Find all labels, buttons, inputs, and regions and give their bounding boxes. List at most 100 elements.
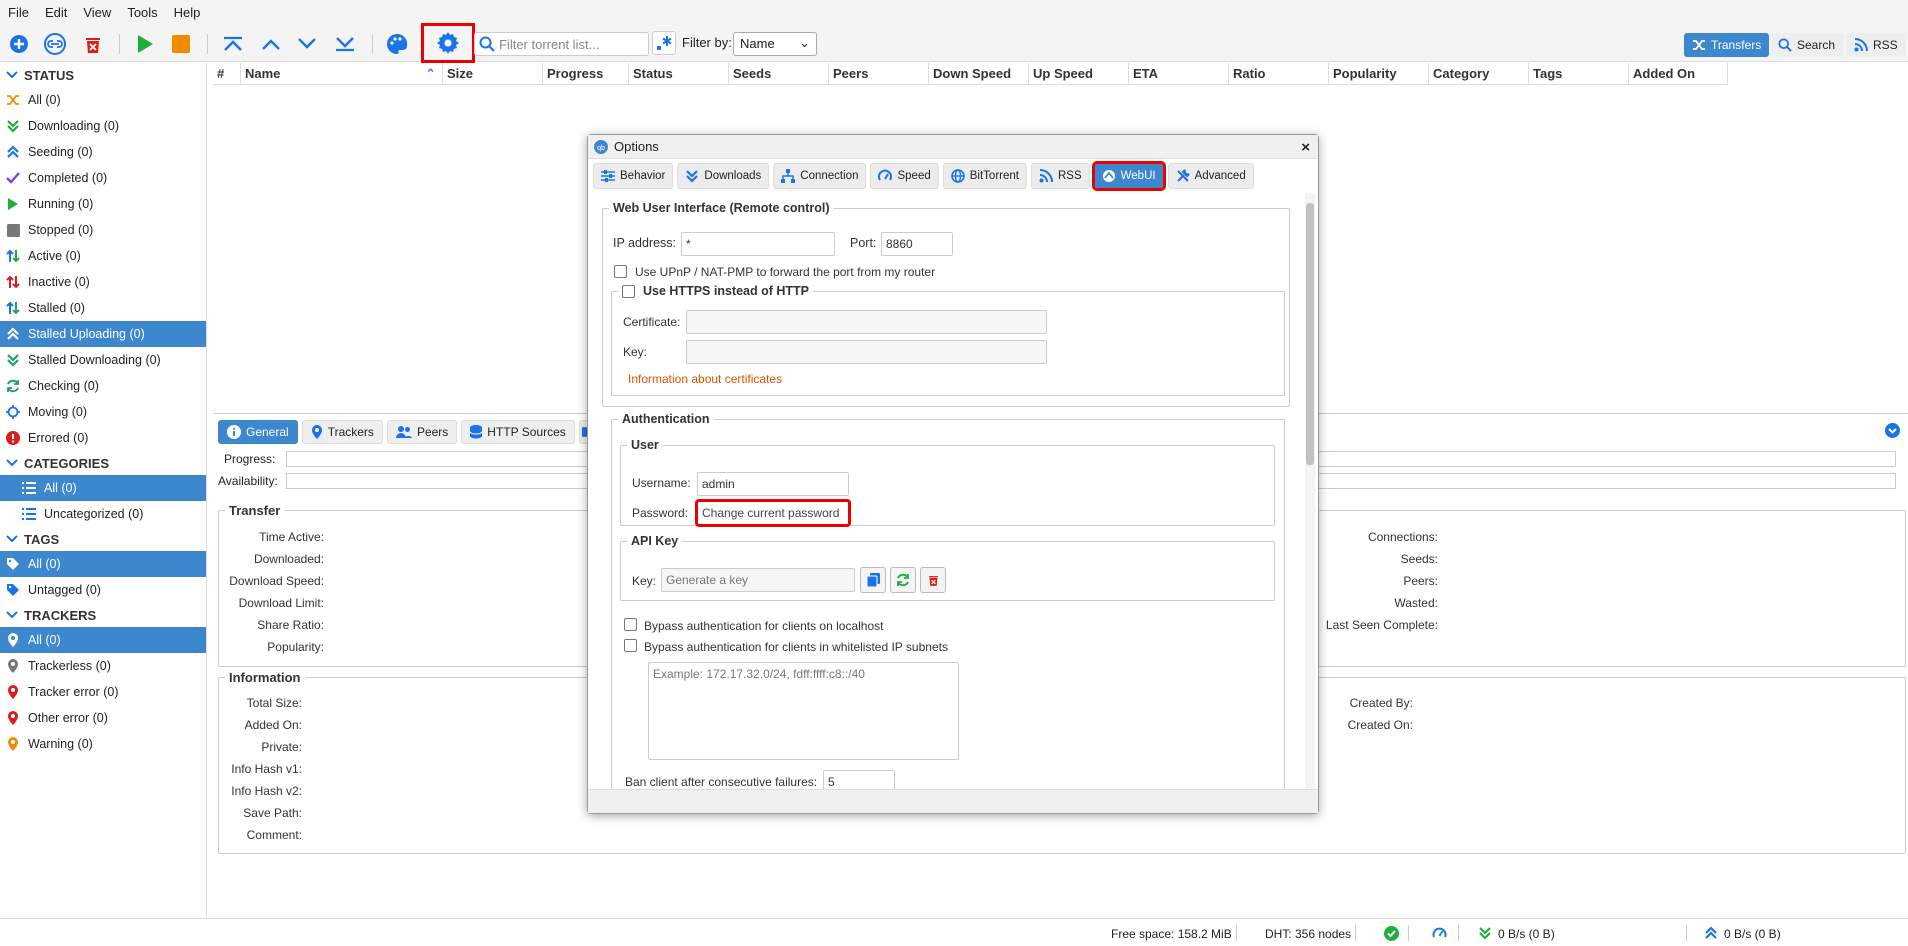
tab-peers[interactable]: Peers xyxy=(386,420,458,444)
move-up-button[interactable] xyxy=(258,31,284,57)
tab-connection[interactable]: Connection xyxy=(773,163,867,189)
status-inactive[interactable]: Inactive (0) xyxy=(0,269,206,295)
column-seeds[interactable]: Seeds xyxy=(729,63,829,84)
certificate-input[interactable] xyxy=(686,310,1047,334)
category-uncategorized[interactable]: Uncategorized (0) xyxy=(0,501,206,527)
scrollbar-thumb[interactable] xyxy=(1306,203,1314,465)
move-top-button[interactable] xyxy=(220,31,246,57)
regex-toggle[interactable] xyxy=(652,31,676,55)
status-header[interactable]: STATUS xyxy=(0,63,206,87)
status-stalled-downloading[interactable]: Stalled Downloading (0) xyxy=(0,347,206,373)
tracker-error[interactable]: Tracker error (0) xyxy=(0,679,206,705)
add-torrent-link-button[interactable] xyxy=(42,31,68,57)
ban-failures-input[interactable]: 5 xyxy=(823,770,895,791)
tab-downloads[interactable]: Downloads xyxy=(677,163,770,189)
column-down-speed[interactable]: Down Speed xyxy=(929,63,1029,84)
tag-untagged[interactable]: Untagged (0) xyxy=(0,577,206,603)
whitelist-textarea[interactable]: Example: 172.17.32.0/24, fdff:ffff:c8::/… xyxy=(648,662,959,760)
tab-webui[interactable]: WebUI xyxy=(1091,161,1166,191)
tab-speed[interactable]: Speed xyxy=(870,163,939,189)
categories-header[interactable]: CATEGORIES xyxy=(0,451,206,475)
tab-rss[interactable]: RSS xyxy=(1030,163,1090,189)
tab-trackers[interactable]: Trackers xyxy=(301,420,383,444)
column-eta[interactable]: ETA xyxy=(1129,63,1229,84)
api-key-input[interactable]: Generate a key xyxy=(661,568,855,592)
column-status[interactable]: Status xyxy=(629,63,729,84)
tags-header[interactable]: TAGS xyxy=(0,527,206,551)
close-icon[interactable]: × xyxy=(1301,139,1310,156)
column-added-on[interactable]: Added On xyxy=(1629,63,1728,84)
move-down-button[interactable] xyxy=(294,31,320,57)
tab-advanced[interactable]: Advanced xyxy=(1167,163,1254,189)
speed-limit-icon[interactable] xyxy=(1432,926,1447,941)
status-running[interactable]: Running (0) xyxy=(0,191,206,217)
tracker-all[interactable]: All (0) xyxy=(0,627,206,653)
trackers-header[interactable]: TRACKERS xyxy=(0,603,206,627)
options-button[interactable] xyxy=(421,23,475,63)
status-stalled-uploading[interactable]: Stalled Uploading (0) xyxy=(0,321,206,347)
upnp-checkbox[interactable] xyxy=(614,265,627,278)
column-ratio[interactable]: Ratio xyxy=(1229,63,1329,84)
column-popularity[interactable]: Popularity xyxy=(1329,63,1429,84)
password-input[interactable]: Change current password xyxy=(695,499,851,527)
certificates-info-link[interactable]: Information about certificates xyxy=(628,372,782,386)
add-torrent-file-button[interactable] xyxy=(6,31,32,57)
tracker-other-error[interactable]: Other error (0) xyxy=(0,705,206,731)
collapse-panel-button[interactable] xyxy=(1885,423,1900,438)
bypass-localhost-checkbox[interactable] xyxy=(624,618,637,631)
status-all[interactable]: All (0) xyxy=(0,87,206,113)
dialog-scrollbar[interactable] xyxy=(1305,193,1315,791)
search-tab-button[interactable]: Search xyxy=(1770,33,1844,57)
status-moving[interactable]: Moving (0) xyxy=(0,399,206,425)
port-input[interactable]: 8860 xyxy=(881,232,953,256)
https-checkbox[interactable] xyxy=(622,284,635,298)
tab-behavior[interactable]: Behavior xyxy=(593,163,674,189)
status-checking[interactable]: Checking (0) xyxy=(0,373,206,399)
filter-input[interactable]: Filter torrent list... xyxy=(474,32,649,56)
tab-general[interactable]: General xyxy=(218,420,298,444)
move-bottom-button[interactable] xyxy=(332,31,358,57)
delete-api-key-button[interactable] xyxy=(920,567,946,593)
menu-file[interactable]: File xyxy=(0,5,37,20)
column-size[interactable]: Size xyxy=(443,63,543,84)
username-input[interactable]: admin xyxy=(697,472,849,496)
status-completed[interactable]: Completed (0) xyxy=(0,165,206,191)
transfers-button[interactable]: Transfers xyxy=(1684,33,1770,57)
rss-tab-button[interactable]: RSS xyxy=(1846,33,1906,57)
bypass-whitelist-checkbox[interactable] xyxy=(624,639,637,652)
start-torrent-button[interactable] xyxy=(132,31,158,57)
category-all[interactable]: All (0) xyxy=(0,475,206,501)
menu-edit[interactable]: Edit xyxy=(37,5,75,20)
status-errored[interactable]: Errored (0) xyxy=(0,425,206,451)
menu-view[interactable]: View xyxy=(75,5,119,20)
column-number[interactable]: # xyxy=(213,63,241,84)
column-peers[interactable]: Peers xyxy=(829,63,929,84)
key-input[interactable] xyxy=(686,340,1047,364)
status-stalled[interactable]: Stalled (0) xyxy=(0,295,206,321)
status-stopped[interactable]: Stopped (0) xyxy=(0,217,206,243)
status-downloading[interactable]: Downloading (0) xyxy=(0,113,206,139)
column-category[interactable]: Category xyxy=(1429,63,1529,84)
tracker-trackerless[interactable]: Trackerless (0) xyxy=(0,653,206,679)
column-name[interactable]: Name ⌃ xyxy=(241,63,443,84)
tag-all[interactable]: All (0) xyxy=(0,551,206,577)
tab-http-sources[interactable]: HTTP Sources xyxy=(461,420,575,444)
dialog-titlebar[interactable]: qb Options × xyxy=(588,135,1318,159)
tracker-warning[interactable]: Warning (0) xyxy=(0,731,206,757)
theme-button[interactable] xyxy=(384,31,410,57)
regenerate-api-key-button[interactable] xyxy=(890,567,916,593)
status-active[interactable]: Active (0) xyxy=(0,243,206,269)
menu-tools[interactable]: Tools xyxy=(119,5,165,20)
connection-status-icon[interactable] xyxy=(1384,926,1399,941)
column-progress[interactable]: Progress xyxy=(543,63,629,84)
ip-address-input[interactable]: * xyxy=(681,232,835,256)
column-up-speed[interactable]: Up Speed xyxy=(1029,63,1129,84)
filter-by-select[interactable]: Name ⌄ xyxy=(733,32,817,56)
stop-torrent-button[interactable] xyxy=(168,31,194,57)
column-tags[interactable]: Tags xyxy=(1529,63,1629,84)
tab-bittorrent[interactable]: BitTorrent xyxy=(942,163,1027,189)
delete-torrent-button[interactable] xyxy=(80,31,106,57)
copy-api-key-button[interactable] xyxy=(860,567,886,593)
menu-help[interactable]: Help xyxy=(166,5,209,20)
status-seeding[interactable]: Seeding (0) xyxy=(0,139,206,165)
